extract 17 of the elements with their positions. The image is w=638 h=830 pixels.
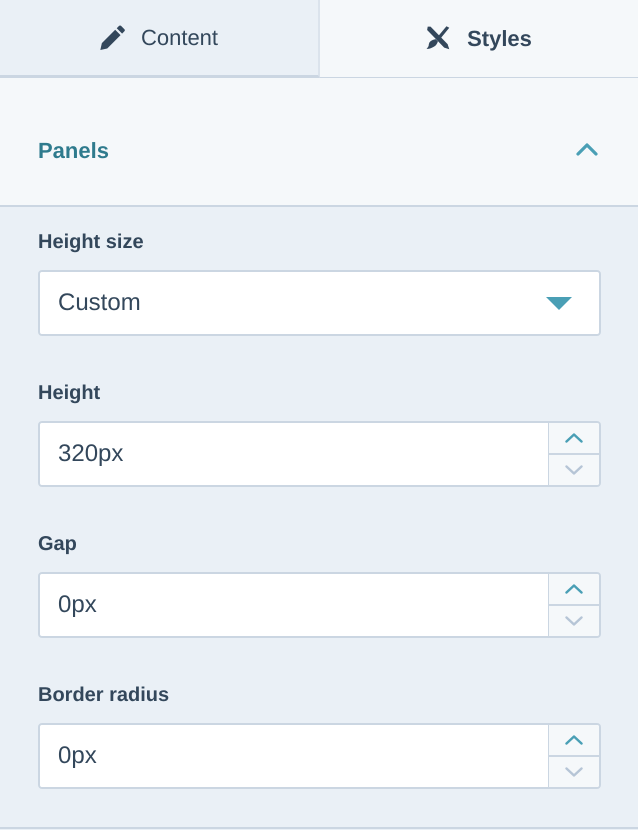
field-label: Border radius — [38, 683, 170, 707]
caret-down-icon — [546, 296, 572, 310]
brush-and-pen-icon — [426, 26, 452, 51]
number-input[interactable]: 0px — [38, 723, 549, 789]
increment-button[interactable] — [549, 574, 599, 606]
dropdown-select[interactable]: Custom — [38, 270, 601, 336]
pencil-icon — [100, 25, 125, 50]
increment-button[interactable] — [549, 725, 599, 757]
tab[interactable]: Styles — [320, 0, 638, 78]
section-header[interactable]: Panels — [0, 78, 638, 207]
field-label: Height — [38, 381, 102, 405]
field-label: Gap — [38, 532, 78, 556]
increment-button[interactable] — [549, 423, 599, 455]
number-input[interactable]: 0px — [38, 572, 549, 638]
number-input[interactable]: 320px — [38, 421, 549, 487]
field-label: Height size — [38, 230, 145, 254]
tab[interactable]: Content — [0, 0, 320, 78]
